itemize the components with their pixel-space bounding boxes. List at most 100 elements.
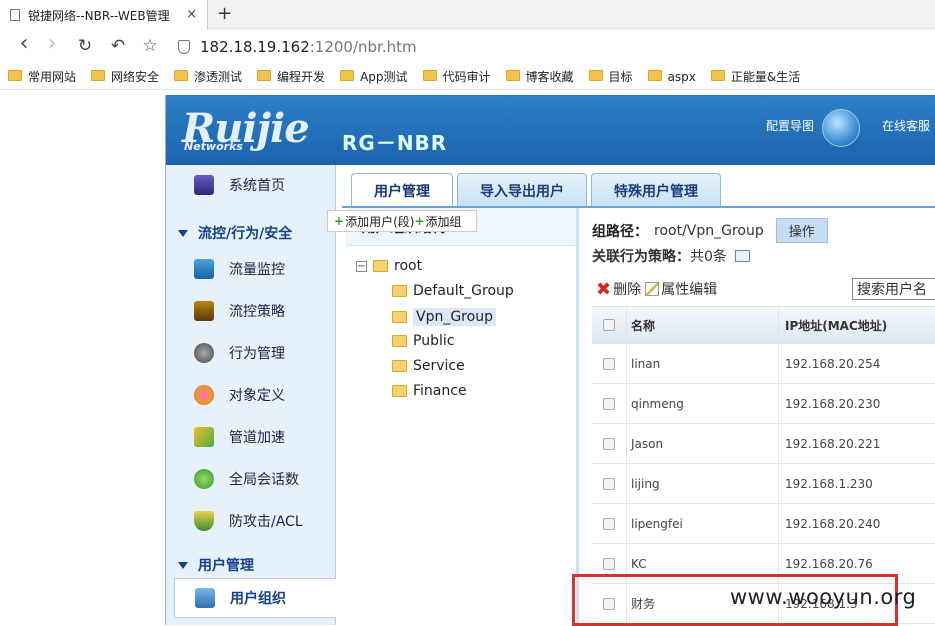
folder-icon	[340, 70, 355, 81]
shield-icon	[194, 511, 214, 531]
collapse-toggle-icon[interactable]: −	[356, 260, 367, 272]
table-row[interactable]: qinmeng 192.168.20.230	[592, 384, 935, 424]
row-checkbox[interactable]	[603, 437, 615, 450]
sidebar-item-behavior[interactable]: 行为管理	[166, 333, 336, 373]
select-all-checkbox[interactable]	[603, 319, 615, 331]
tree-node-group[interactable]: Default_Group	[392, 283, 514, 299]
sidebar-item-object-def[interactable]: 对象定义	[166, 375, 336, 415]
tab-special-users[interactable]: 特殊用户管理	[591, 173, 721, 207]
folder-icon	[257, 70, 272, 81]
online-service-link[interactable]: 在线客服	[882, 117, 930, 134]
tree-node-root[interactable]: − root	[356, 258, 422, 274]
context-menu: + 添加用户(段) + 添加组	[327, 210, 477, 232]
delete-button[interactable]: 删除	[613, 279, 641, 299]
new-tab-icon[interactable]: +	[217, 3, 232, 24]
tree-node-group[interactable]: Service	[392, 358, 465, 374]
home-icon[interactable]: ↶	[108, 36, 128, 56]
main-tabs: 用户管理 导入导出用户 特殊用户管理	[351, 173, 725, 207]
sidebar-item-pipeline[interactable]: 管道加速	[166, 417, 336, 457]
sidebar-item-home[interactable]: 系统首页	[166, 165, 336, 205]
add-icon: +	[334, 214, 345, 228]
policy-list-icon[interactable]	[734, 250, 750, 262]
user-name-cell: lipengfei	[626, 504, 778, 543]
app-header: Ruijie Networks RG－NBR 配置导图 在线客服	[166, 95, 935, 165]
table-row[interactable]: lijing 192.168.1.230	[592, 464, 935, 504]
user-name-cell: qinmeng	[626, 384, 778, 423]
back-icon[interactable]: ‹	[14, 31, 34, 56]
accelerate-icon	[194, 427, 214, 447]
config-map-link[interactable]: 配置导图	[766, 117, 814, 134]
bookmark-star-icon[interactable]: ☆	[140, 36, 160, 56]
row-checkbox[interactable]	[603, 557, 615, 570]
reload-icon[interactable]: ↻	[75, 36, 95, 56]
tree-node-group-selected[interactable]: Vpn_Group	[392, 308, 496, 326]
group-path-value: root/Vpn_Group	[654, 222, 764, 239]
search-user-input[interactable]: 搜索用户名	[852, 278, 935, 300]
bookmark-item[interactable]: 渗透测试	[174, 68, 242, 85]
sidebar-section-traffic[interactable]: 流控/行为/安全	[178, 223, 292, 243]
tree-node-group[interactable]: Public	[392, 333, 454, 349]
table-row[interactable]: Jason 192.168.20.221	[592, 424, 935, 464]
add-user-menu-item[interactable]: 添加用户(段)	[345, 213, 414, 230]
bookmark-item[interactable]: App测试	[340, 68, 408, 85]
folder-icon	[392, 385, 407, 397]
row-checkbox[interactable]	[603, 357, 615, 370]
address-bar[interactable]: 182.18.19.162:1200/nbr.htm	[170, 34, 935, 60]
browser-tab-bar: 锐捷网络--NBR--WEB管理 × +	[0, 0, 935, 30]
user-ip-cell: 192.168.20.230	[778, 384, 935, 423]
web-admin-app: Ruijie Networks RG－NBR 配置导图 在线客服 系统首页 流控…	[165, 95, 935, 625]
bookmark-item[interactable]: 常用网站	[8, 68, 76, 85]
add-group-menu-item[interactable]: 添加组	[426, 213, 462, 230]
folder-icon	[588, 70, 603, 81]
table-row[interactable]: linan 192.168.20.254	[592, 344, 935, 384]
user-org-icon	[195, 588, 215, 608]
delete-icon[interactable]: ✖	[596, 279, 611, 300]
table-header-row: 名称 IP地址(MAC地址)	[592, 306, 935, 344]
policy-icon	[194, 301, 214, 321]
bookmark-item[interactable]: 网络安全	[91, 68, 159, 85]
bookmark-item[interactable]: 编程开发	[257, 68, 325, 85]
sidebar-item-sessions[interactable]: 全局会话数	[166, 459, 336, 499]
globe-icon[interactable]	[822, 109, 860, 147]
bookmark-item[interactable]: 正能量&生活	[710, 68, 800, 85]
bookmark-item[interactable]: 目标	[588, 68, 633, 85]
sidebar-item-acl[interactable]: 防攻击/ACL	[166, 501, 336, 541]
folder-icon	[422, 70, 437, 81]
browser-tab[interactable]: 锐捷网络--NBR--WEB管理 ×	[0, 0, 208, 30]
bookmark-item[interactable]: 代码审计	[422, 68, 491, 85]
tree-node-group[interactable]: Finance	[392, 383, 467, 399]
row-checkbox[interactable]	[603, 517, 615, 530]
row-checkbox[interactable]	[603, 477, 615, 490]
folder-icon	[174, 70, 189, 81]
site-info-icon[interactable]	[178, 40, 190, 54]
sidebar: 系统首页 流控/行为/安全 流量监控 流控策略 行为管理 对象定义 管道加速 全…	[166, 165, 336, 625]
user-name-cell: lijing	[626, 464, 778, 503]
tab-user-management[interactable]: 用户管理	[351, 173, 453, 207]
bookmark-item[interactable]: aspx	[647, 70, 696, 84]
edit-attributes-button[interactable]: 属性编辑	[661, 279, 717, 299]
close-tab-icon[interactable]: ×	[186, 7, 197, 22]
tab-import-export[interactable]: 导入导出用户	[457, 173, 587, 207]
column-header-name[interactable]: 名称	[626, 307, 778, 343]
operate-button[interactable]: 操作	[775, 218, 828, 243]
tab-title: 锐捷网络--NBR--WEB管理	[28, 8, 170, 23]
sidebar-item-flow-policy[interactable]: 流控策略	[166, 291, 336, 331]
folder-open-icon	[373, 260, 388, 272]
org-tree-panel: 用户组织结构 − root Default_Group Vpn_Group Pu…	[346, 208, 579, 625]
bookmark-item[interactable]: 博客收藏	[505, 68, 574, 85]
row-checkbox[interactable]	[603, 397, 615, 410]
user-name-cell: linan	[626, 344, 778, 383]
forward-icon[interactable]: ›	[42, 31, 62, 56]
sidebar-item-traffic-monitor[interactable]: 流量监控	[166, 249, 336, 289]
policy-count: 共0条	[690, 249, 727, 265]
user-ip-cell: 192.168.20.221	[778, 424, 935, 463]
monitor-icon	[194, 175, 214, 195]
column-header-ip[interactable]: IP地址(MAC地址)	[778, 307, 935, 343]
url-path: :1200/nbr.htm	[309, 38, 417, 56]
session-icon	[194, 469, 214, 489]
sidebar-section-users[interactable]: 用户管理	[178, 555, 254, 575]
edit-icon[interactable]	[645, 282, 660, 296]
table-row[interactable]: lipengfei 192.168.20.240	[592, 504, 935, 544]
sidebar-item-user-org[interactable]: 用户组织	[174, 578, 336, 618]
folder-icon	[710, 70, 725, 81]
